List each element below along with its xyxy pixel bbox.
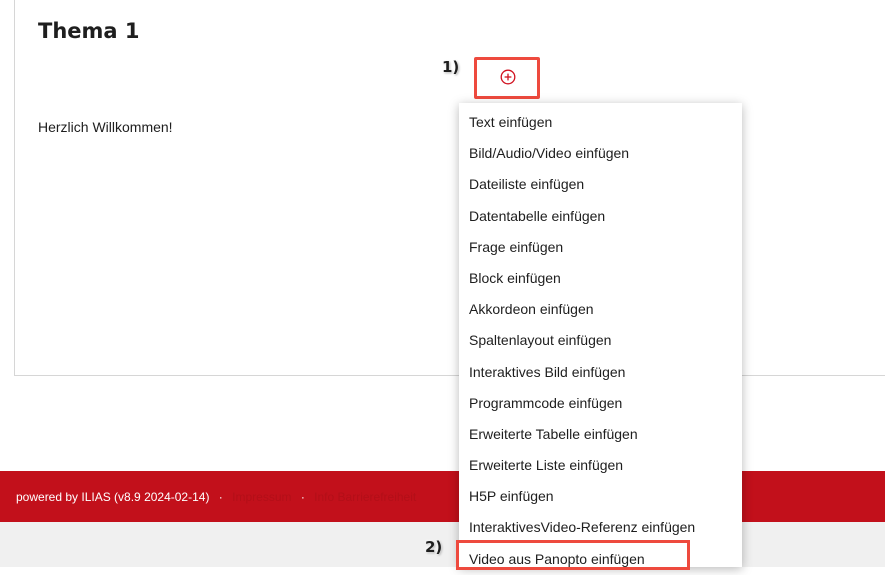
menu-item-accordion[interactable]: Akkordeon einfügen: [459, 294, 742, 325]
add-button-highlight[interactable]: [474, 57, 540, 99]
plus-circle-icon[interactable]: [500, 69, 516, 85]
menu-item-interactive-image[interactable]: Interaktives Bild einfügen: [459, 357, 742, 388]
page-title: Thema 1: [38, 19, 140, 43]
footer-powered-by: powered by ILIAS (v8.9 2024-02-14): [16, 490, 210, 504]
callout-label-1: 1): [442, 58, 460, 76]
menu-item-block[interactable]: Block einfügen: [459, 263, 742, 294]
welcome-paragraph[interactable]: Herzlich Willkommen!: [38, 119, 173, 135]
menu-item-panopto-video[interactable]: Video aus Panopto einfügen: [459, 544, 742, 575]
footer-text: powered by ILIAS (v8.9 2024-02-14) · Imp…: [16, 490, 416, 504]
menu-item-column-layout[interactable]: Spaltenlayout einfügen: [459, 325, 742, 356]
menu-item-question[interactable]: Frage einfügen: [459, 232, 742, 263]
insert-dropdown-menu: Text einfügen Bild/Audio/Video einfügen …: [459, 103, 742, 567]
callout-label-2: 2): [425, 538, 443, 556]
content-panel: [14, 0, 885, 376]
menu-item-file-list[interactable]: Dateiliste einfügen: [459, 169, 742, 200]
menu-item-code[interactable]: Programmcode einfügen: [459, 388, 742, 419]
footer-link-barrierefreiheit[interactable]: Info Barrierefreiheit: [314, 490, 416, 504]
menu-item-advanced-list[interactable]: Erweiterte Liste einfügen: [459, 450, 742, 481]
menu-item-media[interactable]: Bild/Audio/Video einfügen: [459, 138, 742, 169]
menu-item-advanced-table[interactable]: Erweiterte Tabelle einfügen: [459, 419, 742, 450]
footer-link-impressum[interactable]: Impressum: [232, 490, 291, 504]
menu-item-data-table[interactable]: Datentabelle einfügen: [459, 201, 742, 232]
footer-separator: ·: [300, 490, 305, 504]
page-background-lower: [0, 522, 885, 567]
footer-separator: ·: [218, 490, 223, 504]
menu-item-text[interactable]: Text einfügen: [459, 107, 742, 138]
menu-item-h5p[interactable]: H5P einfügen: [459, 481, 742, 512]
menu-item-interactive-video[interactable]: InteraktivesVideo-Referenz einfügen: [459, 512, 742, 543]
